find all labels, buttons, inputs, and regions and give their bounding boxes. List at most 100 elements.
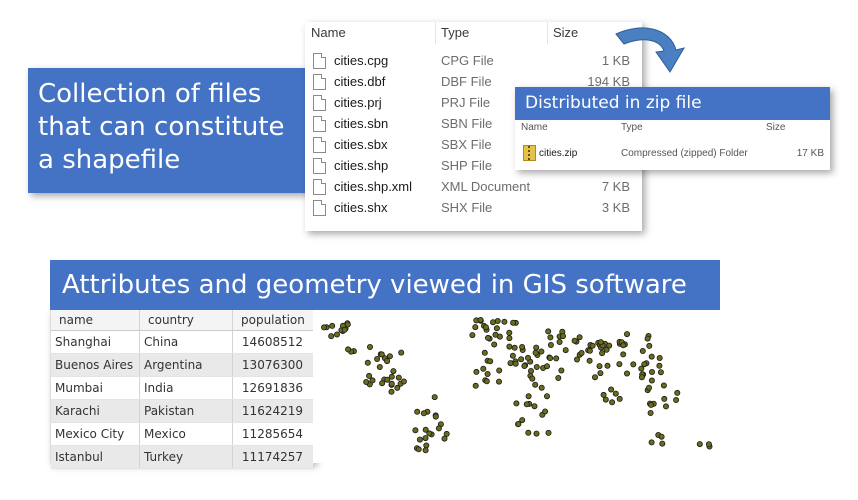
city-point[interactable] (525, 393, 532, 400)
city-point[interactable] (384, 358, 391, 365)
table-row[interactable]: Karachi Pakistan 11624219 (51, 399, 314, 423)
city-point[interactable] (484, 371, 491, 378)
city-point[interactable] (533, 430, 540, 437)
column-header-type[interactable]: Type (441, 22, 469, 44)
city-point[interactable] (518, 356, 525, 363)
city-point[interactable] (416, 436, 423, 443)
city-point[interactable] (506, 335, 513, 342)
city-point[interactable] (496, 367, 503, 374)
city-point[interactable] (696, 441, 703, 448)
city-point[interactable] (525, 429, 532, 436)
city-point[interactable] (586, 357, 593, 364)
city-point[interactable] (659, 440, 666, 447)
city-point[interactable] (376, 364, 383, 371)
city-point[interactable] (639, 348, 646, 355)
city-point[interactable] (431, 394, 438, 401)
city-point[interactable] (512, 360, 519, 367)
city-point[interactable] (559, 333, 566, 340)
city-point[interactable] (363, 379, 370, 386)
city-point[interactable] (597, 339, 604, 346)
city-point[interactable] (608, 386, 615, 393)
city-point[interactable] (555, 375, 562, 382)
city-point[interactable] (638, 374, 645, 381)
city-point[interactable] (612, 390, 619, 397)
city-points-map[interactable] (313, 310, 720, 463)
city-point[interactable] (533, 364, 540, 371)
city-point[interactable] (543, 393, 550, 400)
city-point[interactable] (586, 347, 593, 354)
column-header-name[interactable]: Name (311, 22, 346, 44)
city-point[interactable] (597, 370, 604, 377)
city-point[interactable] (344, 321, 351, 328)
city-point[interactable] (390, 368, 397, 375)
column-divider[interactable] (547, 22, 548, 44)
city-point[interactable] (571, 337, 578, 344)
city-point[interactable] (378, 351, 385, 358)
city-point[interactable] (426, 430, 433, 437)
city-point[interactable] (660, 382, 667, 389)
city-point[interactable] (379, 380, 386, 387)
city-point[interactable] (481, 349, 488, 356)
city-point[interactable] (616, 395, 623, 402)
city-point[interactable] (630, 361, 637, 368)
city-point[interactable] (602, 396, 609, 403)
city-point[interactable] (606, 342, 613, 349)
city-point[interactable] (398, 349, 405, 356)
city-point[interactable] (578, 350, 585, 357)
city-point[interactable] (515, 421, 522, 428)
city-point[interactable] (484, 334, 491, 341)
city-point[interactable] (388, 388, 395, 395)
table-column-header[interactable]: name (51, 310, 140, 331)
zip-file-name[interactable]: cities.zip (539, 148, 577, 159)
city-point[interactable] (576, 334, 583, 341)
city-point[interactable] (414, 408, 421, 415)
city-point[interactable] (432, 413, 439, 420)
city-point[interactable] (623, 331, 630, 338)
city-point[interactable] (329, 322, 336, 329)
city-point[interactable] (510, 319, 517, 326)
city-point[interactable] (443, 430, 450, 437)
city-point[interactable] (384, 376, 391, 383)
city-point[interactable] (531, 403, 538, 410)
city-point[interactable] (394, 384, 401, 391)
city-point[interactable] (596, 363, 603, 370)
file-row[interactable]: cities.shp.xml XML Document 7 KB (305, 176, 642, 197)
city-point[interactable] (480, 365, 487, 372)
city-point[interactable] (482, 324, 489, 331)
file-row[interactable]: cities.cpg CPG File 1 KB (305, 50, 642, 71)
city-point[interactable] (473, 368, 480, 375)
city-point[interactable] (543, 363, 550, 370)
column-header-size[interactable]: Size (553, 22, 578, 44)
city-point[interactable] (507, 360, 514, 367)
city-point[interactable] (648, 377, 655, 384)
city-point[interactable] (673, 397, 680, 404)
city-point[interactable] (532, 349, 539, 356)
city-point[interactable] (472, 382, 479, 389)
city-point[interactable] (386, 353, 393, 360)
city-point[interactable] (609, 399, 616, 406)
city-point[interactable] (620, 351, 627, 358)
city-point[interactable] (558, 367, 565, 374)
city-point[interactable] (657, 369, 664, 376)
city-point[interactable] (556, 338, 563, 345)
city-point[interactable] (532, 381, 539, 388)
city-point[interactable] (501, 318, 508, 325)
city-point[interactable] (648, 353, 655, 360)
city-point[interactable] (509, 352, 516, 359)
city-point[interactable] (573, 356, 580, 363)
city-point[interactable] (524, 354, 531, 361)
city-point[interactable] (648, 439, 655, 446)
table-row[interactable]: Mumbai India 12691836 (51, 376, 314, 400)
city-point[interactable] (469, 332, 476, 339)
city-point[interactable] (656, 362, 663, 369)
city-point[interactable] (705, 441, 712, 448)
city-point[interactable] (661, 395, 668, 402)
table-column-header[interactable]: population (232, 310, 314, 331)
city-point[interactable] (489, 319, 496, 326)
city-point[interactable] (545, 429, 552, 436)
city-point[interactable] (493, 325, 500, 332)
city-point[interactable] (562, 347, 569, 354)
city-point[interactable] (599, 350, 606, 357)
city-point[interactable] (506, 329, 513, 336)
city-point[interactable] (395, 374, 402, 381)
